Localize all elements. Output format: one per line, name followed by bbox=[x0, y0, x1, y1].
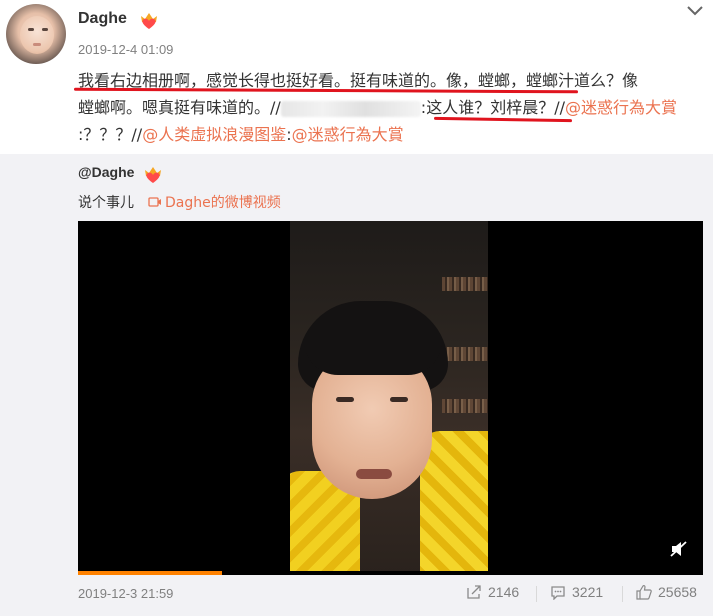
chevron-down-icon[interactable] bbox=[686, 4, 704, 18]
mention-link[interactable]: @人类虚拟浪漫图鉴 bbox=[142, 125, 286, 144]
thumbs-up-icon bbox=[636, 584, 652, 600]
bookshelf bbox=[442, 347, 488, 361]
like-count: 25658 bbox=[658, 584, 697, 600]
avatar-eye bbox=[28, 28, 34, 31]
mute-icon[interactable] bbox=[670, 541, 688, 557]
mention-link[interactable]: @迷惑行為大賞 bbox=[292, 125, 404, 144]
repost-text: 说个事儿 bbox=[78, 195, 134, 211]
avatar[interactable] bbox=[6, 4, 66, 64]
post-text-line: :？？？//@人类虚拟浪漫图鉴:@迷惑行為大賞 bbox=[78, 121, 703, 148]
divider bbox=[536, 586, 537, 602]
like-button[interactable]: 25658 bbox=[636, 584, 697, 600]
bookshelf bbox=[442, 399, 488, 413]
bookshelf bbox=[442, 277, 488, 291]
post-text-segment: 螳螂啊。嗯真挺有味道的。// bbox=[78, 98, 281, 117]
post-text-line: 螳螂啊。嗯真挺有味道的。// :这人谁？刘梓晨？//@迷惑行為大賞 bbox=[78, 94, 703, 121]
repost-date[interactable]: 2019-12-3 21:59 bbox=[78, 586, 173, 601]
avatar-face bbox=[20, 16, 54, 54]
share-button[interactable]: 2146 bbox=[466, 584, 519, 600]
post-timestamp[interactable]: 2019-12-4 01:09 bbox=[78, 42, 173, 57]
video-link[interactable]: Daghe的微博视频 bbox=[148, 192, 281, 212]
video-player[interactable] bbox=[78, 221, 703, 575]
eye bbox=[390, 397, 408, 402]
video-progress-fill bbox=[78, 571, 222, 575]
mouth bbox=[356, 469, 392, 479]
person-head bbox=[298, 301, 448, 501]
repost-footer: 2019-12-3 21:59 2146 3221 25658 bbox=[78, 584, 703, 604]
divider bbox=[622, 586, 623, 602]
video-frame bbox=[290, 221, 488, 575]
post-text-segment: :？？？// bbox=[78, 125, 143, 144]
video-progress-bar[interactable] bbox=[78, 571, 703, 575]
eye bbox=[336, 397, 354, 402]
blurred-username bbox=[280, 100, 421, 117]
vip-crown-heart-icon bbox=[141, 13, 157, 29]
video-link-label[interactable]: Daghe的微博视频 bbox=[165, 192, 281, 212]
avatar-mouth bbox=[33, 43, 41, 46]
repost-card[interactable]: @Daghe 说个事儿 Daghe的微博视频 2019-12-3 21:59 2… bbox=[0, 154, 713, 616]
mention-link[interactable]: @迷惑行為大賞 bbox=[565, 98, 677, 117]
repost-author[interactable]: @Daghe bbox=[78, 164, 134, 180]
hair-bangs bbox=[304, 341, 442, 375]
comment-count: 3221 bbox=[572, 584, 604, 600]
avatar-eye bbox=[42, 28, 48, 31]
post-text-segment: :这人谁？刘梓晨？// bbox=[420, 98, 565, 117]
comment-button[interactable]: 3221 bbox=[550, 584, 603, 600]
comment-icon bbox=[551, 586, 565, 600]
video-camera-icon bbox=[148, 197, 161, 207]
author-name[interactable]: Daghe bbox=[78, 10, 127, 28]
vip-crown-heart-icon bbox=[145, 167, 161, 183]
post-text: 我看右边相册啊，感觉长得也挺好看。挺有味道的。像，螳螂，螳螂汁道么？像 螳螂啊。… bbox=[78, 67, 703, 148]
share-icon bbox=[467, 585, 481, 599]
share-count: 2146 bbox=[488, 584, 520, 600]
